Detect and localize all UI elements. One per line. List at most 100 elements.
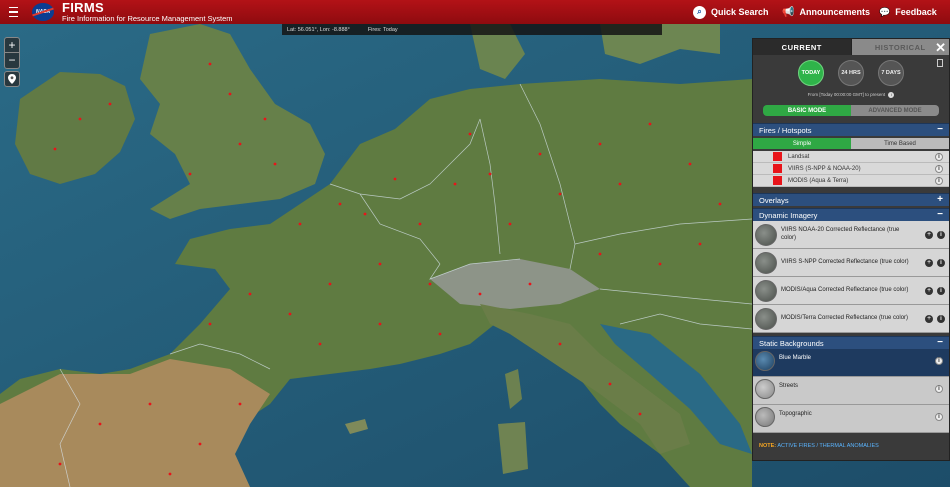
imagery-layer[interactable]: MODIS/Aqua Corrected Reflectance (true c…	[753, 277, 949, 305]
dynamic-imagery-title: Dynamic Imagery	[759, 210, 818, 220]
info-icon[interactable]: i	[935, 385, 943, 393]
location-pin-icon	[8, 74, 16, 84]
background-label: Blue Marble	[779, 355, 812, 361]
zoom-out-button[interactable]: −	[5, 53, 19, 68]
range-24hrs-button[interactable]: 24 HRS	[838, 60, 864, 86]
imagery-layer[interactable]: VIIRS S-NPP Corrected Reflectance (true …	[753, 249, 949, 277]
hotspot-layer-viirs[interactable]: VIIRS (S-NPP & NOAA-20) i	[753, 163, 949, 175]
nasa-logo[interactable]: NASA	[32, 3, 54, 21]
announcements-button[interactable]: 📢 Announcements	[782, 0, 870, 24]
static-backgrounds-header[interactable]: Static Backgrounds −	[753, 336, 949, 349]
overlays-section-title: Overlays	[759, 195, 789, 205]
app-subtitle: Fire Information for Resource Management…	[62, 14, 233, 24]
background-topographic[interactable]: Topographic i	[753, 405, 949, 433]
background-label: Topographic	[779, 411, 812, 417]
layer-label: MODIS/Terra Corrected Reflectance (true …	[781, 314, 909, 321]
hotspot-layer-modis[interactable]: MODIS (Aqua & Terra) i	[753, 175, 949, 187]
menu-icon[interactable]	[2, 0, 24, 24]
layer-label: VIIRS S-NPP Corrected Reflectance (true …	[781, 258, 909, 265]
layer-thumbnail	[755, 223, 777, 246]
advanced-mode-button[interactable]: ADVANCED MODE	[851, 105, 939, 116]
from-label: From [Today 00:00:00 GMT] to present	[807, 92, 886, 97]
app-title: FIRMS	[62, 0, 104, 16]
background-label: Streets	[779, 383, 799, 389]
info-icon[interactable]: i	[937, 230, 945, 239]
layer-thumbnail	[755, 251, 777, 274]
subtab-simple[interactable]: Simple	[753, 138, 851, 149]
hotspot-label: MODIS (Aqua & Terra)	[788, 177, 849, 184]
mode-toggle: BASIC MODE ADVANCED MODE	[763, 105, 939, 116]
search-icon: ⌕	[693, 5, 706, 19]
collapse-icon[interactable]: −	[937, 124, 943, 136]
info-icon[interactable]: i	[888, 92, 895, 98]
info-icon[interactable]: i	[937, 258, 945, 267]
time-tabs: CURRENT HISTORICAL	[753, 39, 949, 55]
app-header: NASA FIRMS Fire Information for Resource…	[0, 0, 950, 24]
add-layer-icon[interactable]: +	[925, 286, 933, 295]
expand-icon[interactable]: +	[937, 194, 943, 206]
hotspot-layer-landsat[interactable]: Landsat i	[753, 151, 949, 163]
info-icon[interactable]: i	[935, 164, 943, 173]
imagery-layer[interactable]: MODIS/Terra Corrected Reflectance (true …	[753, 305, 949, 333]
background-blue-marble[interactable]: Blue Marble i	[753, 349, 949, 377]
topo-thumbnail	[755, 407, 775, 427]
feedback-button[interactable]: 💬 Feedback	[879, 0, 937, 24]
imagery-layer[interactable]: VIIRS NOAA-20 Corrected Reflectance (tru…	[753, 221, 949, 249]
bookmark-icon[interactable]	[937, 59, 943, 67]
range-today-button[interactable]: TODAY	[798, 60, 824, 86]
collapse-icon[interactable]: −	[937, 337, 943, 349]
layer-label: MODIS/Aqua Corrected Reflectance (true c…	[781, 286, 909, 293]
info-icon[interactable]: i	[935, 152, 943, 161]
fire-swatch	[773, 152, 782, 161]
static-backgrounds-title: Static Backgrounds	[759, 338, 824, 348]
time-range-selector: TODAY 24 HRS 7 DAYS	[753, 60, 949, 87]
quick-search-button[interactable]: ⌕ Quick Search	[693, 0, 769, 24]
range-7days-button[interactable]: 7 DAYS	[878, 60, 904, 86]
hotspot-label: Landsat	[788, 153, 810, 160]
fire-swatch	[773, 164, 782, 173]
feedback-label: Feedback	[895, 7, 937, 17]
fires-section-header[interactable]: Fires / Hotspots −	[753, 123, 949, 136]
layer-label: VIIRS NOAA-20 Corrected Reflectance (tru…	[781, 227, 900, 241]
latlon-readout: Lat: 56.051°, Lon: -8.888°	[287, 26, 350, 33]
tab-current[interactable]: CURRENT	[753, 39, 851, 55]
layer-panel: CURRENT HISTORICAL ✕ TODAY 24 HRS 7 DAYS…	[752, 38, 950, 461]
basic-mode-button[interactable]: BASIC MODE	[763, 105, 851, 116]
note-link[interactable]: ACTIVE FIRES / THERMAL ANOMALIES	[777, 443, 878, 449]
add-layer-icon[interactable]: +	[925, 230, 933, 239]
globe-thumbnail	[755, 351, 775, 371]
sardinia	[498, 422, 528, 474]
quick-search-label: Quick Search	[711, 7, 769, 17]
collapse-icon[interactable]: −	[937, 209, 943, 221]
info-icon[interactable]: i	[937, 286, 945, 295]
streets-thumbnail	[755, 379, 775, 399]
announcements-label: Announcements	[799, 7, 870, 17]
zoom-in-button[interactable]: +	[5, 38, 19, 53]
layer-thumbnail	[755, 279, 777, 302]
fires-readout: Fires: Today	[367, 26, 398, 33]
close-icon[interactable]: ✕	[935, 40, 946, 56]
date-range-text: From [Today 00:00:00 GMT] to present i	[753, 92, 949, 98]
chat-icon: 💬	[879, 6, 891, 17]
info-icon[interactable]: i	[937, 314, 945, 323]
info-icon[interactable]: i	[935, 176, 943, 185]
location-pin-button[interactable]	[4, 71, 20, 87]
note-label: NOTE:	[759, 443, 777, 449]
overlays-section-header[interactable]: Overlays +	[753, 193, 949, 206]
dynamic-imagery-header[interactable]: Dynamic Imagery −	[753, 208, 949, 221]
fire-swatch	[773, 176, 782, 185]
info-icon[interactable]: i	[935, 357, 943, 365]
subtab-time-based[interactable]: Time Based	[851, 138, 949, 149]
fires-subtabs: Simple Time Based	[753, 138, 949, 149]
info-icon[interactable]: i	[935, 413, 943, 421]
coordinate-bar: Lat: 56.051°, Lon: -8.888° Fires: Today	[282, 24, 662, 35]
fires-section-title: Fires / Hotspots	[759, 125, 812, 135]
add-layer-icon[interactable]: +	[925, 258, 933, 267]
background-streets[interactable]: Streets i	[753, 377, 949, 405]
layer-thumbnail	[755, 307, 777, 330]
hotspot-label: VIIRS (S-NPP & NOAA-20)	[788, 165, 861, 172]
brand[interactable]: FIRMS Fire Information for Resource Mana…	[62, 1, 233, 23]
megaphone-icon: 📢	[782, 6, 795, 18]
footer-note: NOTE: ACTIVE FIRES / THERMAL ANOMALIES	[753, 433, 949, 449]
add-layer-icon[interactable]: +	[925, 314, 933, 323]
